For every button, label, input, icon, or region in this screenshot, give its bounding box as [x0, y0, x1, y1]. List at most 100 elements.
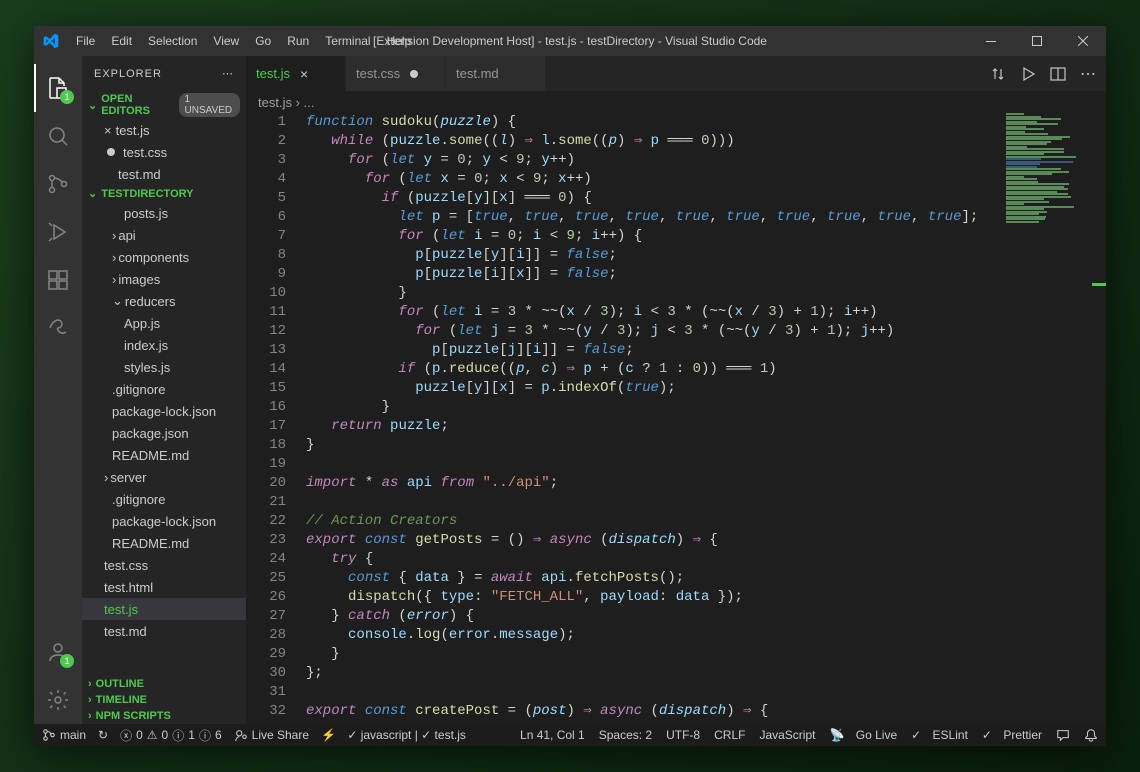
code-line[interactable]: const { data } = await api.fetchPosts();: [306, 569, 1106, 588]
code-line[interactable]: puzzle[y][x] = p.indexOf(true);: [306, 379, 1106, 398]
code-line[interactable]: p[puzzle[y][i]] = false;: [306, 246, 1106, 265]
folder-item[interactable]: ›server: [82, 466, 246, 488]
activity-search[interactable]: [34, 112, 82, 160]
file-item[interactable]: posts.js: [82, 202, 246, 224]
code-content[interactable]: function sudoku(puzzle) { while (puzzle.…: [306, 113, 1106, 724]
status-language[interactable]: JavaScript: [759, 728, 815, 742]
code-line[interactable]: if (p.reduce((p, c) ⇒ p + (c ? 1 : 0)) ═…: [306, 360, 1106, 379]
more-icon[interactable]: ⋯: [1080, 64, 1096, 84]
code-line[interactable]: p[puzzle[j][i]] = false;: [306, 341, 1106, 360]
status-liveshare[interactable]: Live Share: [234, 728, 309, 742]
menu-view[interactable]: View: [205, 26, 247, 56]
code-line[interactable]: [306, 455, 1106, 474]
code-line[interactable]: } catch (error) {: [306, 607, 1106, 626]
minimize-button[interactable]: [968, 26, 1014, 56]
activity-accounts[interactable]: 1: [34, 628, 82, 676]
status-golive[interactable]: 📡 Go Live: [829, 728, 897, 742]
sidebar-more-icon[interactable]: ⋯: [222, 67, 234, 80]
folder-item[interactable]: ›api: [82, 224, 246, 246]
open-editor-item[interactable]: test.css: [82, 141, 246, 163]
folder-item[interactable]: ›images: [82, 268, 246, 290]
activity-settings[interactable]: [34, 676, 82, 724]
section-outline[interactable]: ›OUTLINE: [82, 676, 246, 692]
open-editor-item[interactable]: test.md: [82, 163, 246, 185]
code-line[interactable]: }: [306, 436, 1106, 455]
code-line[interactable]: [306, 683, 1106, 702]
code-line[interactable]: console.log(error.message);: [306, 626, 1106, 645]
status-bell[interactable]: [1084, 728, 1098, 742]
open-editors-section[interactable]: ⌄ OPEN EDITORS 1 UNSAVED: [82, 91, 246, 119]
code-line[interactable]: return puzzle;: [306, 417, 1106, 436]
file-item[interactable]: test.md: [82, 620, 246, 642]
code-line[interactable]: export const getPosts = () ⇒ async (disp…: [306, 531, 1106, 550]
menu-selection[interactable]: Selection: [140, 26, 205, 56]
file-item[interactable]: App.js: [82, 312, 246, 334]
code-line[interactable]: let p = [true, true, true, true, true, t…: [306, 208, 1106, 227]
code-line[interactable]: export const createPost = (post) ⇒ async…: [306, 702, 1106, 721]
file-item[interactable]: .gitignore: [82, 488, 246, 510]
file-item[interactable]: .gitignore: [82, 378, 246, 400]
menu-go[interactable]: Go: [247, 26, 279, 56]
code-line[interactable]: for (let x = 0; x < 9; x++): [306, 170, 1106, 189]
close-icon[interactable]: ×: [300, 66, 308, 82]
tab-test-css[interactable]: test.css: [346, 56, 446, 91]
file-item[interactable]: test.css: [82, 554, 246, 576]
code-line[interactable]: [306, 493, 1106, 512]
status-eslint[interactable]: ✓ ESLint: [911, 728, 968, 742]
file-item[interactable]: index.js: [82, 334, 246, 356]
activity-scm[interactable]: [34, 160, 82, 208]
activity-custom[interactable]: [34, 304, 82, 352]
file-item[interactable]: package-lock.json: [82, 400, 246, 422]
menu-file[interactable]: File: [68, 26, 103, 56]
open-editor-item[interactable]: ×test.js: [82, 119, 246, 141]
code-line[interactable]: try {: [306, 550, 1106, 569]
close-icon[interactable]: ×: [104, 123, 112, 138]
file-item[interactable]: styles.js: [82, 356, 246, 378]
workspace-section[interactable]: ⌄ TESTDIRECTORY: [82, 185, 246, 202]
activity-debug[interactable]: [34, 208, 82, 256]
status-cursor[interactable]: Ln 41, Col 1: [520, 728, 585, 742]
status-sync[interactable]: ↻: [98, 728, 108, 742]
overview-ruler[interactable]: [1092, 113, 1106, 724]
code-line[interactable]: dispatch({ type: "FETCH_ALL", payload: d…: [306, 588, 1106, 607]
menu-run[interactable]: Run: [279, 26, 317, 56]
status-eol[interactable]: CRLF: [714, 728, 745, 742]
folder-item[interactable]: ›components: [82, 246, 246, 268]
activity-extensions[interactable]: [34, 256, 82, 304]
menu-terminal[interactable]: Terminal: [317, 26, 378, 56]
code-line[interactable]: }: [306, 645, 1106, 664]
code-line[interactable]: if (puzzle[y][x] ═══ 0) {: [306, 189, 1106, 208]
status-prettier[interactable]: ✓ Prettier: [982, 728, 1042, 742]
code-line[interactable]: while (puzzle.some((l) ⇒ l.some((p) ⇒ p …: [306, 132, 1106, 151]
status-problems[interactable]: ⓧ0 ⚠0 ⓘ1 ⓘ6: [120, 727, 222, 744]
breadcrumb[interactable]: test.js › ...: [246, 91, 1106, 113]
code-line[interactable]: for (let y = 0; y < 9; y++): [306, 151, 1106, 170]
section-timeline[interactable]: ›TIMELINE: [82, 692, 246, 708]
code-line[interactable]: }: [306, 398, 1106, 417]
menu-edit[interactable]: Edit: [103, 26, 140, 56]
compare-icon[interactable]: [990, 66, 1006, 82]
code-line[interactable]: import * as api from "../api";: [306, 474, 1106, 493]
code-line[interactable]: function sudoku(puzzle) {: [306, 113, 1106, 132]
code-line[interactable]: for (let i = 3 * ~~(x / 3); i < 3 * (~~(…: [306, 303, 1106, 322]
tab-test-js[interactable]: test.js×: [246, 56, 346, 91]
split-icon[interactable]: [1050, 66, 1066, 82]
code-line[interactable]: p[puzzle[i][x]] = false;: [306, 265, 1106, 284]
activity-explorer[interactable]: 1: [34, 64, 82, 112]
code-line[interactable]: for (let i = 0; i < 9; i++) {: [306, 227, 1106, 246]
maximize-button[interactable]: [1014, 26, 1060, 56]
file-item[interactable]: test.js: [82, 598, 246, 620]
folder-item[interactable]: ⌄reducers: [82, 290, 246, 312]
code-line[interactable]: for (let j = 3 * ~~(y / 3); j < 3 * (~~(…: [306, 322, 1106, 341]
file-item[interactable]: test.html: [82, 576, 246, 598]
editor[interactable]: 1234567891011121314151617181920212223242…: [246, 113, 1106, 724]
status-lang-check[interactable]: ⚡ ✓ javascript | ✓ test.js: [321, 728, 466, 742]
file-item[interactable]: README.md: [82, 444, 246, 466]
status-encoding[interactable]: UTF-8: [666, 728, 700, 742]
code-line[interactable]: // Action Creators: [306, 512, 1106, 531]
code-line[interactable]: }: [306, 284, 1106, 303]
status-feedback[interactable]: [1056, 728, 1070, 742]
status-spaces[interactable]: Spaces: 2: [599, 728, 652, 742]
file-item[interactable]: package-lock.json: [82, 510, 246, 532]
run-icon[interactable]: [1020, 66, 1036, 82]
